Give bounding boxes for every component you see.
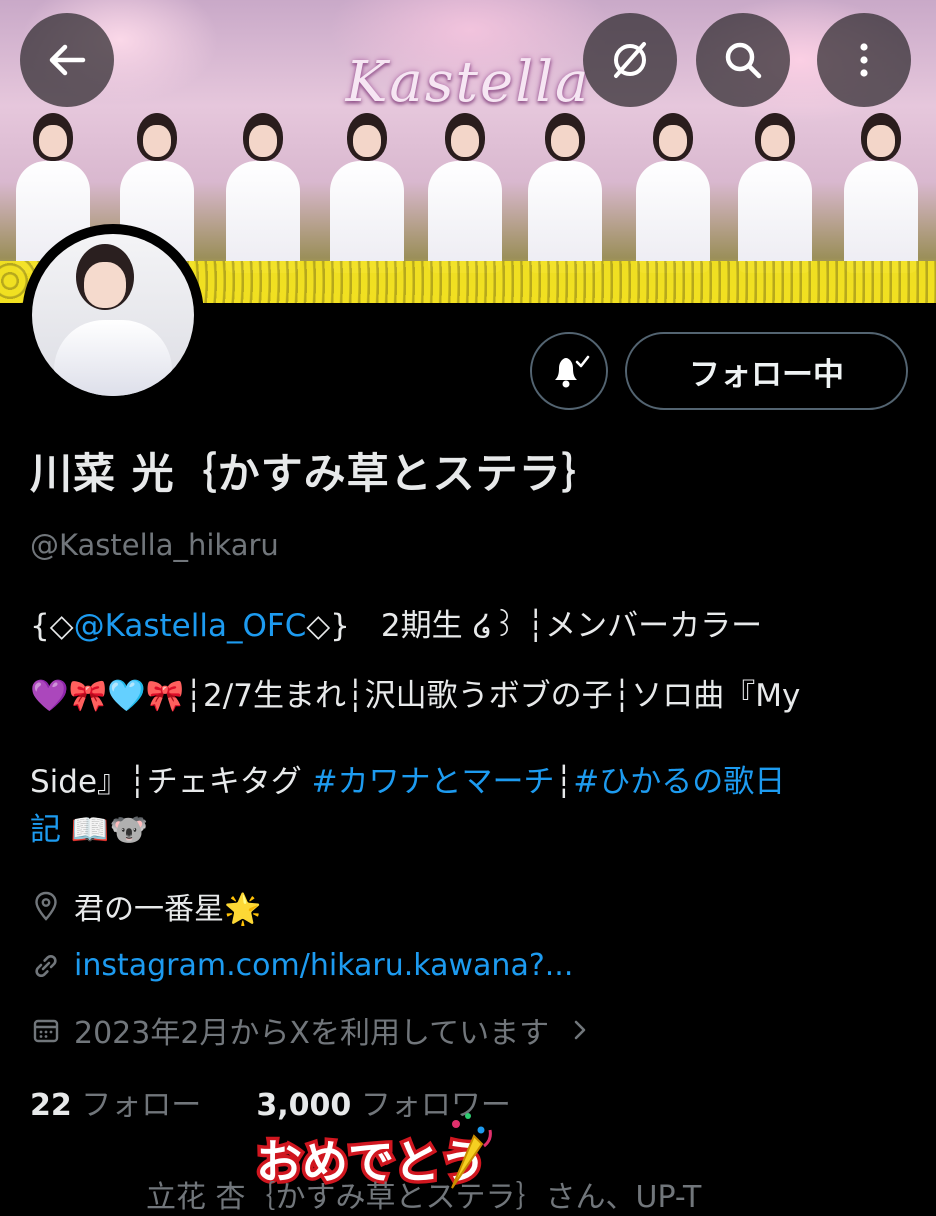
profile-avatar[interactable]: [22, 224, 204, 406]
link-icon: [35, 954, 57, 977]
following-stat[interactable]: 22 フォロー: [30, 1088, 201, 1123]
grok-icon: [614, 42, 646, 78]
search-button[interactable]: [696, 13, 790, 107]
chevron-right-icon: [574, 1020, 586, 1040]
calendar-icon: [33, 1019, 59, 1043]
hashtag-link-2-end[interactable]: 記: [30, 812, 61, 848]
bio-line-1: {◇@Kastella_OFC◇} 2期生 ໒꒱ ┆メンバーカラー: [30, 608, 763, 644]
notifications-button[interactable]: [530, 332, 608, 410]
hashtag-link-1[interactable]: #カワナとマーチ: [312, 764, 555, 800]
location-text: 君の一番星🌟: [74, 892, 262, 927]
joined-row[interactable]: 2023年2月からXを利用しています: [30, 1008, 605, 1052]
followed-by-text: 立花 杏｛かすみ草とステラ｝さん、UP-T: [146, 1180, 702, 1215]
grok-button[interactable]: [583, 13, 677, 107]
bell-check-icon: [555, 355, 590, 388]
mention-link[interactable]: @Kastella_OFC: [74, 608, 307, 644]
user-handle: @Kastella_hikaru: [30, 528, 279, 562]
joined-text: 2023年2月からXを利用しています: [74, 1016, 550, 1051]
bio-line-3: Side』┆チェキタグ #カワナとマーチ┆#ひかるの歌日: [30, 764, 786, 800]
search-icon: [725, 42, 762, 79]
location-pin-icon: [35, 891, 57, 921]
display-name: 川菜 光｛かすみ草とステラ｝: [30, 449, 605, 498]
more-options-button[interactable]: [817, 13, 911, 107]
back-button[interactable]: [20, 13, 114, 107]
back-arrow-icon: [49, 44, 86, 76]
hashtag-link-2[interactable]: #ひかるの歌日: [573, 764, 785, 800]
website-row[interactable]: instagram.com/hikaru.kawana?...: [30, 948, 573, 983]
website-link[interactable]: instagram.com/hikaru.kawana?...: [74, 948, 573, 983]
more-vertical-icon: [860, 43, 868, 77]
following-button[interactable]: フォロー中: [625, 332, 908, 410]
bio-line-4: 記 📖🐨: [30, 812, 149, 848]
location-row: 君の一番星🌟: [30, 884, 261, 928]
bio-line-2: 💜🎀🩵🎀┆2/7生まれ┆沢山歌うボブの子┆ソロ曲『My: [30, 678, 801, 714]
